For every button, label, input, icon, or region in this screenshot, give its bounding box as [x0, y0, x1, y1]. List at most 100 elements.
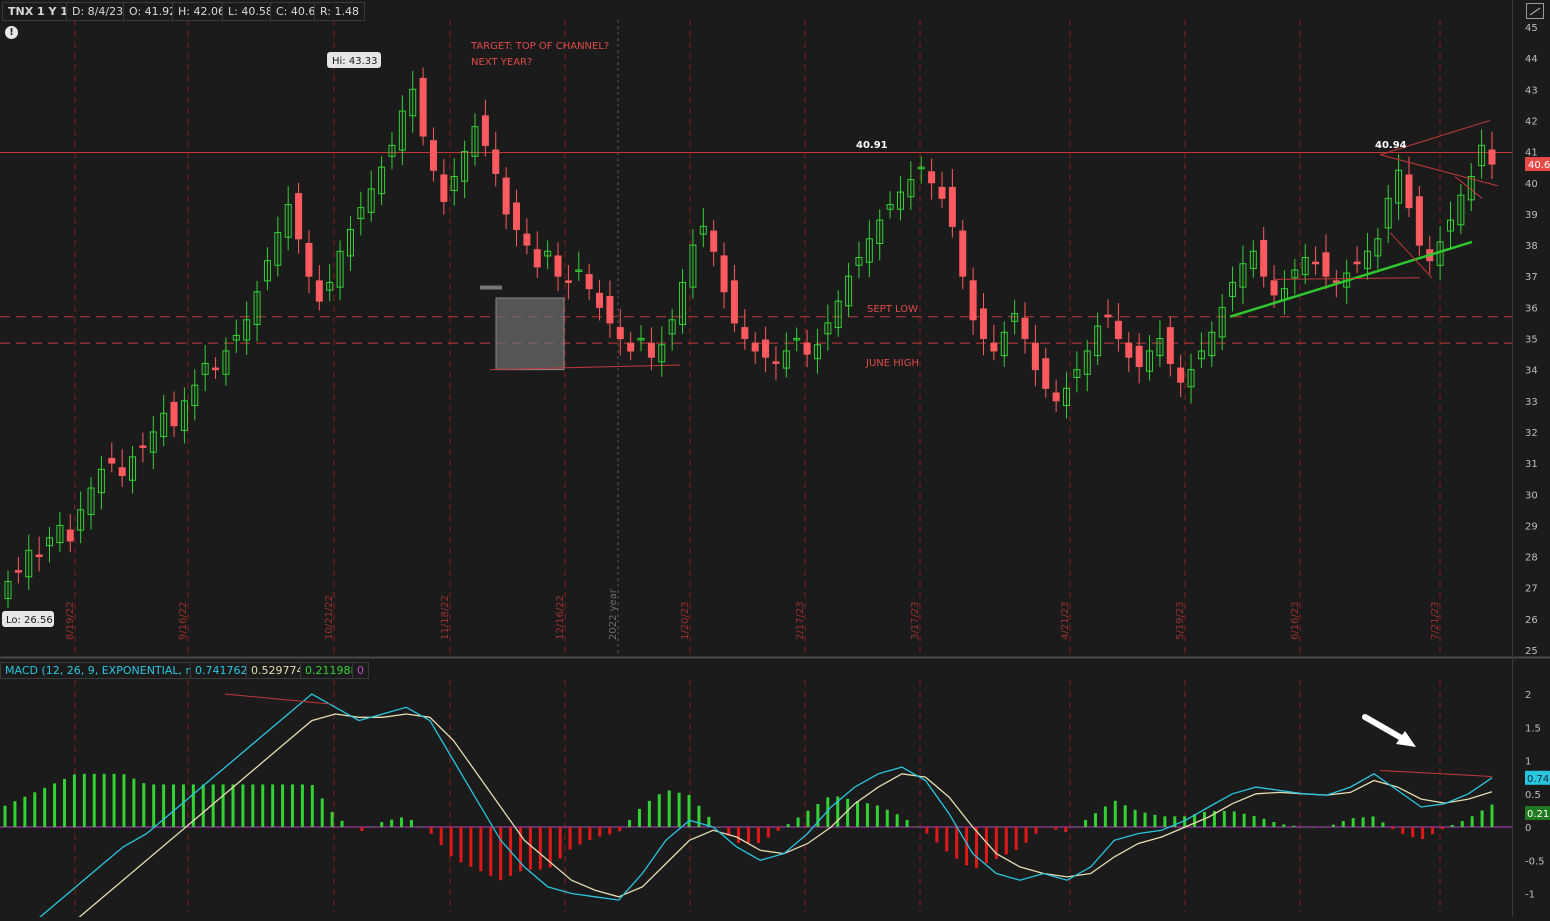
macd-value-tag-label: 0.74 — [1527, 774, 1549, 785]
alert-icon[interactable]: ! — [5, 26, 18, 39]
candle-body — [1260, 239, 1268, 277]
candle-body — [108, 457, 116, 464]
candle-body — [523, 233, 531, 246]
last-price-label: 40.6 — [1528, 160, 1550, 171]
date-label: 9/16/22 — [178, 601, 189, 640]
y-tick-label: 45 — [1525, 23, 1538, 34]
candle-body — [720, 255, 728, 293]
lo-label: Lo: 26.56 — [6, 615, 53, 626]
macd-hist-bar — [479, 827, 483, 872]
candle-body — [295, 193, 303, 240]
chart-root: 8/19/22 9/16/22 10/21/22 11/18/22 12/16/22 1/… — [0, 0, 1550, 921]
sept-low-annotation: SEPT LOW — [867, 304, 918, 315]
macd-hist-bar — [310, 785, 314, 827]
macd-hist-bar — [1093, 813, 1097, 827]
macd-hist-bar — [152, 784, 156, 827]
macd-hist-bar — [449, 827, 453, 857]
macd-hist-bar — [1440, 827, 1444, 830]
date-label: 10/21/22 — [324, 595, 335, 640]
candle-body — [305, 242, 313, 277]
macd-hist-bar — [925, 827, 929, 834]
macd-tick-label: -1 — [1525, 890, 1535, 901]
candle-body — [990, 342, 998, 352]
candle-body — [928, 171, 936, 184]
macd-hist-bar — [1480, 810, 1484, 827]
macd-value: 0.741762 — [190, 662, 253, 679]
macd-hist-bar — [13, 801, 17, 827]
y-tick-label: 33 — [1525, 397, 1538, 408]
candle-body — [730, 280, 738, 324]
macd-hist-bar — [261, 784, 265, 827]
macd-hist-bar — [201, 784, 205, 827]
candle-body — [1166, 327, 1174, 364]
candle-body — [1177, 367, 1185, 383]
macd-hist-bar — [1242, 813, 1246, 827]
candle-body — [1405, 174, 1413, 209]
macd-hist-bar — [598, 827, 602, 837]
peak-label: 40.91 — [856, 140, 888, 151]
date-label: 6/16/23 — [1290, 601, 1301, 640]
candle-body — [1270, 280, 1278, 296]
y-tick-label: 29 — [1525, 521, 1538, 532]
macd-hist-bar — [1113, 800, 1117, 827]
macd-hist-bar — [419, 826, 423, 828]
macd-tick-label: 1.5 — [1525, 723, 1541, 734]
macd-hist-bar — [856, 801, 860, 827]
date-label: 4/21/23 — [1060, 601, 1071, 640]
macd-hist-bar — [172, 784, 176, 827]
macd-diff-tag-label: 0.21 — [1527, 809, 1549, 820]
macd-hist-bar — [885, 809, 889, 827]
date-label: 11/18/22 — [440, 595, 451, 640]
macd-hist-bar — [1153, 814, 1157, 827]
macd-hist-bar — [1321, 827, 1325, 828]
candle-body — [1135, 345, 1143, 368]
candle-body — [741, 327, 749, 340]
macd-hist-bar — [1361, 817, 1365, 827]
candle-body — [585, 274, 593, 290]
macd-hist-bar — [558, 827, 562, 859]
candle-body — [315, 280, 323, 302]
macd-hist-bar — [1272, 822, 1276, 827]
macd-hist-bar — [786, 824, 790, 827]
y-tick-label: 42 — [1525, 116, 1538, 127]
macd-hist-bar — [370, 826, 374, 828]
candle-body — [513, 202, 521, 230]
date-label: 5/19/23 — [1175, 601, 1186, 640]
macd-hist-bar — [647, 800, 651, 827]
candle-body — [14, 570, 22, 573]
macd-hist-bar — [756, 827, 760, 843]
macd-hist-bar — [1004, 827, 1008, 855]
macd-tick-label: 2 — [1525, 690, 1531, 701]
macd-hist-bar — [1262, 818, 1266, 827]
macd-title[interactable]: MACD (12, 26, 9, EXPONENTIAL, no) — [0, 662, 209, 679]
chart-style-icon[interactable] — [1526, 3, 1544, 19]
date-label: 1/20/23 — [680, 601, 691, 640]
macd-hist-bar — [231, 784, 235, 827]
macd-hist-bar — [1074, 826, 1078, 828]
macd-hist-bar — [1391, 827, 1395, 830]
macd-hist-bar — [1143, 812, 1147, 827]
macd-hist-bar — [1341, 821, 1345, 827]
macd-tick-label: 0.5 — [1525, 790, 1541, 801]
candle-body — [606, 295, 614, 324]
macd-hist-bar — [528, 827, 532, 870]
candle-body — [616, 327, 624, 340]
target-annotation-line2: NEXT YEAR? — [471, 57, 532, 68]
macd-hist-bar — [281, 784, 285, 827]
macd-hist-bar — [1133, 809, 1137, 827]
candle-body — [118, 467, 126, 477]
macd-hist-bar — [1084, 819, 1088, 827]
macd-hist-bar — [380, 822, 384, 827]
macd-tick-label: -0.5 — [1525, 856, 1545, 867]
macd-hist-bar — [1460, 820, 1464, 827]
macd-hist-bar — [1312, 827, 1316, 828]
candle-body — [959, 230, 967, 277]
macd-zero: 0 — [352, 662, 369, 679]
candle-body — [969, 280, 977, 321]
y-tick-label: 30 — [1525, 490, 1538, 501]
macd-hist-bar — [1054, 827, 1058, 830]
macd-hist-bar — [499, 827, 503, 881]
macd-hist-bar — [1302, 827, 1306, 828]
macd-hist-bar — [72, 774, 76, 827]
candle-body — [1353, 261, 1361, 265]
